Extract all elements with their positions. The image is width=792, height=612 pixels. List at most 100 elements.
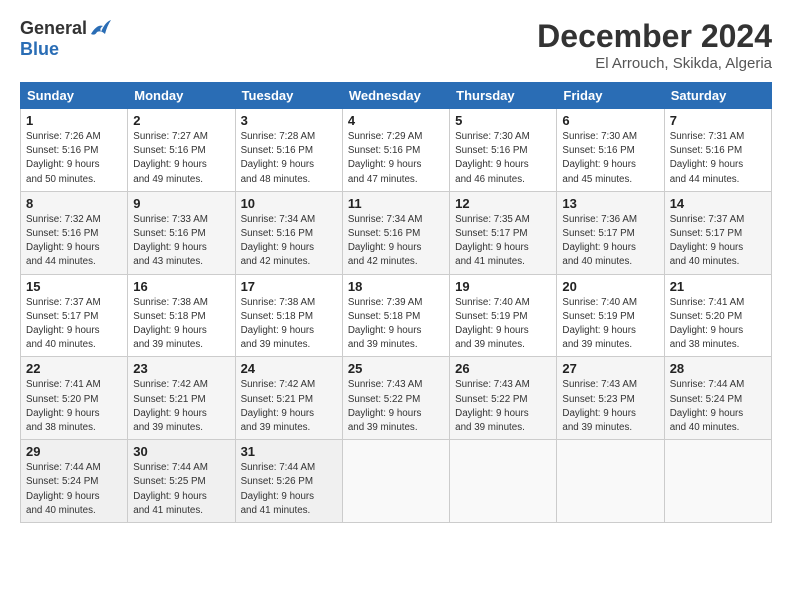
day-number: 24 <box>241 361 337 376</box>
day-number: 3 <box>241 113 337 128</box>
table-row: 24 Sunrise: 7:42 AMSunset: 5:21 PMDayligh… <box>235 357 342 440</box>
table-row: 30 Sunrise: 7:44 AMSunset: 5:25 PMDayligh… <box>128 440 235 523</box>
col-sunday: Sunday <box>21 83 128 109</box>
table-row: 29 Sunrise: 7:44 AMSunset: 5:24 PMDayligh… <box>21 440 128 523</box>
table-row: 14Sunrise: 7:37 AMSunset: 5:17 PMDayligh… <box>664 191 771 274</box>
day-number: 28 <box>670 361 766 376</box>
table-row: 13Sunrise: 7:36 AMSunset: 5:17 PMDayligh… <box>557 191 664 274</box>
calendar-table: Sunday Monday Tuesday Wednesday Thursday… <box>20 82 772 523</box>
day-number: 9 <box>133 196 229 211</box>
day-info: Sunrise: 7:29 AMSunset: 5:16 PMDaylight:… <box>348 130 444 187</box>
day-info: Sunrise: 7:41 AMSunset: 5:20 PMDaylight:… <box>670 296 766 353</box>
day-info: Sunrise: 7:44 AMSunset: 5:25 PMDaylight:… <box>133 461 229 518</box>
table-row: 31Sunrise: 7:44 AMSunset: 5:26 PMDayligh… <box>235 440 342 523</box>
day-info: Sunrise: 7:44 AMSunset: 5:24 PMDaylight:… <box>670 378 766 435</box>
day-info: Sunrise: 7:42 AMSunset: 5:21 PMDaylight:… <box>133 378 229 435</box>
day-info: Sunrise: 7:34 AMSunset: 5:16 PMDaylight:… <box>241 213 337 270</box>
table-row: 26Sunrise: 7:43 AMSunset: 5:22 PMDayligh… <box>450 357 557 440</box>
day-number: 12 <box>455 196 551 211</box>
day-number: 23 <box>133 361 229 376</box>
day-number: 22 <box>26 361 122 376</box>
day-number: 17 <box>241 279 337 294</box>
logo-bird-icon <box>89 20 111 38</box>
day-info: Sunrise: 7:27 AMSunset: 5:16 PMDaylight:… <box>133 130 229 187</box>
day-number: 16 <box>133 279 229 294</box>
logo-general-text: General <box>20 18 87 39</box>
table-row: 6Sunrise: 7:30 AMSunset: 5:16 PMDaylight… <box>557 109 664 192</box>
table-row: 17 Sunrise: 7:38 AMSunset: 5:18 PMDayligh… <box>235 274 342 357</box>
table-row: 8Sunrise: 7:32 AMSunset: 5:16 PMDaylight… <box>21 191 128 274</box>
table-row: 22 Sunrise: 7:41 AMSunset: 5:20 PMDayligh… <box>21 357 128 440</box>
day-info: Sunrise: 7:30 AMSunset: 5:16 PMDaylight:… <box>562 130 658 187</box>
table-row: 27 Sunrise: 7:43 AMSunset: 5:23 PMDayligh… <box>557 357 664 440</box>
table-row <box>450 440 557 523</box>
col-saturday: Saturday <box>664 83 771 109</box>
month-title: December 2024 <box>537 18 772 55</box>
day-number: 19 <box>455 279 551 294</box>
table-row: 15 Sunrise: 7:37 AMSunset: 5:17 PMDayligh… <box>21 274 128 357</box>
table-row: 4 Sunrise: 7:29 AMSunset: 5:16 PMDaylight… <box>342 109 449 192</box>
table-row: 3 Sunrise: 7:28 AMSunset: 5:16 PMDaylight… <box>235 109 342 192</box>
day-info: Sunrise: 7:40 AMSunset: 5:19 PMDaylight:… <box>455 296 551 353</box>
table-row: 19 Sunrise: 7:40 AMSunset: 5:19 PMDayligh… <box>450 274 557 357</box>
day-info: Sunrise: 7:44 AMSunset: 5:24 PMDaylight:… <box>26 461 122 518</box>
table-row: 10 Sunrise: 7:34 AMSunset: 5:16 PMDayligh… <box>235 191 342 274</box>
day-number: 31 <box>241 444 337 459</box>
day-info: Sunrise: 7:38 AMSunset: 5:18 PMDaylight:… <box>241 296 337 353</box>
day-number: 29 <box>26 444 122 459</box>
day-info: Sunrise: 7:28 AMSunset: 5:16 PMDaylight:… <box>241 130 337 187</box>
day-number: 27 <box>562 361 658 376</box>
day-info: Sunrise: 7:34 AMSunset: 5:16 PMDaylight:… <box>348 213 444 270</box>
table-row: 9 Sunrise: 7:33 AMSunset: 5:16 PMDaylight… <box>128 191 235 274</box>
table-row: 28 Sunrise: 7:44 AMSunset: 5:24 PMDayligh… <box>664 357 771 440</box>
calendar-header-row: Sunday Monday Tuesday Wednesday Thursday… <box>21 83 772 109</box>
day-number: 7 <box>670 113 766 128</box>
table-row: 20Sunrise: 7:40 AMSunset: 5:19 PMDayligh… <box>557 274 664 357</box>
day-info: Sunrise: 7:26 AMSunset: 5:16 PMDaylight:… <box>26 130 122 187</box>
day-info: Sunrise: 7:41 AMSunset: 5:20 PMDaylight:… <box>26 378 122 435</box>
day-number: 14 <box>670 196 766 211</box>
table-row: 5 Sunrise: 7:30 AMSunset: 5:16 PMDaylight… <box>450 109 557 192</box>
table-row: 12Sunrise: 7:35 AMSunset: 5:17 PMDayligh… <box>450 191 557 274</box>
day-number: 5 <box>455 113 551 128</box>
table-row <box>342 440 449 523</box>
calendar-week-2: 8Sunrise: 7:32 AMSunset: 5:16 PMDaylight… <box>21 191 772 274</box>
day-number: 30 <box>133 444 229 459</box>
calendar-week-4: 22 Sunrise: 7:41 AMSunset: 5:20 PMDayligh… <box>21 357 772 440</box>
col-monday: Monday <box>128 83 235 109</box>
day-info: Sunrise: 7:37 AMSunset: 5:17 PMDaylight:… <box>26 296 122 353</box>
day-info: Sunrise: 7:42 AMSunset: 5:21 PMDaylight:… <box>241 378 337 435</box>
col-wednesday: Wednesday <box>342 83 449 109</box>
day-number: 4 <box>348 113 444 128</box>
day-info: Sunrise: 7:39 AMSunset: 5:18 PMDaylight:… <box>348 296 444 353</box>
table-row: 7 Sunrise: 7:31 AMSunset: 5:16 PMDaylight… <box>664 109 771 192</box>
day-info: Sunrise: 7:36 AMSunset: 5:17 PMDaylight:… <box>562 213 658 270</box>
table-row: 2Sunrise: 7:27 AMSunset: 5:16 PMDaylight… <box>128 109 235 192</box>
day-info: Sunrise: 7:30 AMSunset: 5:16 PMDaylight:… <box>455 130 551 187</box>
title-block: December 2024 El Arrouch, Skikda, Algeri… <box>537 18 772 72</box>
day-info: Sunrise: 7:38 AMSunset: 5:18 PMDaylight:… <box>133 296 229 353</box>
calendar-week-3: 15 Sunrise: 7:37 AMSunset: 5:17 PMDayligh… <box>21 274 772 357</box>
table-row: 21Sunrise: 7:41 AMSunset: 5:20 PMDayligh… <box>664 274 771 357</box>
col-thursday: Thursday <box>450 83 557 109</box>
day-number: 10 <box>241 196 337 211</box>
day-info: Sunrise: 7:43 AMSunset: 5:22 PMDaylight:… <box>348 378 444 435</box>
day-info: Sunrise: 7:43 AMSunset: 5:22 PMDaylight:… <box>455 378 551 435</box>
day-info: Sunrise: 7:31 AMSunset: 5:16 PMDaylight:… <box>670 130 766 187</box>
day-number: 11 <box>348 196 444 211</box>
day-number: 1 <box>26 113 122 128</box>
day-info: Sunrise: 7:43 AMSunset: 5:23 PMDaylight:… <box>562 378 658 435</box>
calendar-week-1: 1 Sunrise: 7:26 AMSunset: 5:16 PMDaylight… <box>21 109 772 192</box>
table-row <box>664 440 771 523</box>
table-row: 11 Sunrise: 7:34 AMSunset: 5:16 PMDayligh… <box>342 191 449 274</box>
page-header: General Blue December 2024 El Arrouch, S… <box>20 18 772 72</box>
day-number: 15 <box>26 279 122 294</box>
logo-blue-text: Blue <box>20 39 59 59</box>
table-row: 16 Sunrise: 7:38 AMSunset: 5:18 PMDayligh… <box>128 274 235 357</box>
table-row: 23 Sunrise: 7:42 AMSunset: 5:21 PMDayligh… <box>128 357 235 440</box>
day-number: 20 <box>562 279 658 294</box>
table-row: 25Sunrise: 7:43 AMSunset: 5:22 PMDayligh… <box>342 357 449 440</box>
table-row: 1 Sunrise: 7:26 AMSunset: 5:16 PMDaylight… <box>21 109 128 192</box>
day-info: Sunrise: 7:33 AMSunset: 5:16 PMDaylight:… <box>133 213 229 270</box>
table-row <box>557 440 664 523</box>
